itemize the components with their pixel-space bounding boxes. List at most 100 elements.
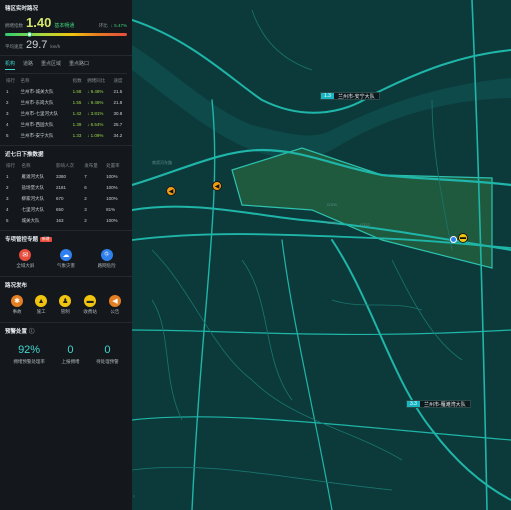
help-icon[interactable]: ⓘ <box>29 327 35 335</box>
ring-label: 环比 <box>98 23 108 28</box>
cell-speed: 34.2 <box>113 133 123 138</box>
ranking-tabs: 机构 道路 重点区域 重点路口 <box>5 60 127 74</box>
tab-key-junction[interactable]: 重点路口 <box>69 60 89 70</box>
stat-value: 0 <box>104 344 111 356</box>
road-name-south-riverside: 南滨河东路 <box>152 160 172 165</box>
cell-change: ↓ 1.09% <box>87 133 104 138</box>
control-icon: ♟ <box>59 295 72 307</box>
cell-rank: 1 <box>6 174 9 179</box>
cell-rate: 100% <box>106 196 118 201</box>
ring-value: ↓ 5.47% <box>110 23 127 28</box>
release-item-construction[interactable]: ▲ 施工 <box>35 295 48 315</box>
map-view[interactable]: G109 G109 G312 南滨河东路 1.3 兰州市-安宁大队 3.3 兰州… <box>130 0 511 510</box>
table-row[interactable]: 5 兰州市-安宁大队 1.33 ↓ 1.09% 34.2 <box>5 130 127 141</box>
cell-name: 雁滩河大队 <box>21 173 45 179</box>
table-row[interactable]: 4 七里河大队 650 3 81% <box>5 204 127 215</box>
tab-road[interactable]: 道路 <box>23 60 33 70</box>
construction-icon: ▲ <box>35 295 48 307</box>
col-rate: 处置率 <box>106 163 120 168</box>
col-rank: 排行 <box>6 163 15 168</box>
table-row[interactable]: 3 柳家河大队 670 2 100% <box>5 193 127 204</box>
cell-name: 兰州市-安宁大队 <box>20 132 54 138</box>
cell-rate: 100% <box>106 218 118 223</box>
col-change: 拥堵同比 <box>87 78 106 83</box>
cell-count: 2 <box>84 196 87 201</box>
release-title: 路况发布 <box>5 283 28 289</box>
announce-marker[interactable]: ◀ <box>166 186 176 196</box>
forecast-section: 预警处置 ⓘ 92% 拥堵预警处理率 0 上报拥堵 0 待处理预警 <box>0 323 132 371</box>
dispatch-table: 排行 名称 影响人次 发布量 处置率 1 雁滩河大队 3380 7 100% 2 盐场堡大… <box>5 161 127 226</box>
stat-label: 拥堵预警处理率 <box>13 359 45 364</box>
cell-change: ↓ 9.46% <box>87 100 104 105</box>
index-label: 拥堵指数 <box>5 23 23 28</box>
road-name-g109: G109 <box>327 202 337 207</box>
table-row[interactable]: 2 兰州市-东岗大队 1.55 ↓ 9.46% 21.8 <box>5 97 127 108</box>
release-item-accident[interactable]: ✱ 事故 <box>11 295 24 315</box>
ranking-table: 排行 名称 指数 拥堵同比 速度 1 兰州市-城关大队 1.58 ↓ 9.48% 21.… <box>5 76 127 141</box>
col-index: 指数 <box>72 78 82 83</box>
special-title-text: 专项管控专题 <box>5 237 39 243</box>
release-item-announce[interactable]: ◀ 公告 <box>108 295 121 315</box>
cell-name: 兰州市-东岗大队 <box>20 99 54 105</box>
map-label-index: 1.3 <box>321 93 334 99</box>
cell-count: 3 <box>84 207 87 212</box>
special-section: 专项管控专题 新增 ✉ 全域大屏 ☁ 气象灾害 ⛗ 路网危险 <box>0 231 132 277</box>
release-item-label: 公告 <box>110 309 120 314</box>
col-reach: 影响人次 <box>56 163 75 168</box>
dispatch-title: 近七日下推数据 <box>5 152 44 158</box>
special-item-weather[interactable]: ☁ 气象灾害 <box>57 249 75 269</box>
col-name: 名称 <box>21 163 31 168</box>
collapse-panel-icon[interactable]: ‹ <box>133 494 135 500</box>
cell-speed: 30.8 <box>113 111 123 116</box>
table-row[interactable]: 2 盐场堡大队 2181 6 100% <box>5 182 127 193</box>
speed-unit: km/h <box>50 44 61 49</box>
release-item-toll[interactable]: ▬ 收费站 <box>83 295 97 315</box>
table-row[interactable]: 3 兰州市-七里河大队 1.42 ↓ 3.81% 30.8 <box>5 108 127 119</box>
forecast-title: 预警处置 ⓘ <box>5 327 127 335</box>
toll-icon: ▬ <box>84 295 97 307</box>
special-item-fullscreen[interactable]: ✉ 全域大屏 <box>16 249 34 269</box>
cell-name: 盐场堡大队 <box>21 184 45 190</box>
cell-rank: 3 <box>6 111 9 116</box>
cell-rank: 2 <box>6 100 9 105</box>
cell-name: 兰州市-七里河大队 <box>20 110 59 116</box>
location-pin-icon[interactable] <box>450 236 457 243</box>
stat-value: 92% <box>18 344 41 356</box>
cell-speed: 21.5 <box>113 89 123 94</box>
cell-name: 兰州市-西固大队 <box>20 121 54 127</box>
map-label-index: 3.3 <box>407 401 420 407</box>
ranking-section: 机构 道路 重点区域 重点路口 排行 名称 指数 拥堵同比 速度 1 兰州市-城关… <box>0 56 132 146</box>
app-root: 辖区实时路况 拥堵指数 1.40 基本畅通 环比 ↓ 5.47% 平均速度 29… <box>0 0 511 510</box>
tab-org[interactable]: 机构 <box>5 60 16 70</box>
cell-count: 2 <box>84 218 87 223</box>
cell-name: 兰州市-城关大队 <box>20 88 54 94</box>
release-item-label: 施工 <box>36 309 46 314</box>
special-item-road-risk[interactable]: ⛗ 路网危险 <box>98 249 116 269</box>
special-item-label: 全域大屏 <box>16 263 35 268</box>
table-row[interactable]: 1 兰州市-城关大队 1.58 ↓ 9.48% 21.5 <box>5 86 127 97</box>
map-label-yantanwan[interactable]: 3.3 兰州市-雁滩湾大队 <box>406 400 471 408</box>
announce-icon: ◀ <box>108 295 121 307</box>
cell-index: 1.42 <box>72 111 82 116</box>
cell-name: 城关大队 <box>21 217 40 223</box>
special-item-label: 气象灾害 <box>56 263 75 268</box>
cell-rank: 3 <box>6 196 9 201</box>
release-section: 路况发布 ✱ 事故 ▲ 施工 ♟ 管制 ▬ 收费站 ◀ 公告 <box>0 277 132 323</box>
special-item-label: 路网危险 <box>97 263 116 268</box>
road-name-g109-b: G109 <box>327 220 337 225</box>
cell-rank: 4 <box>6 207 9 212</box>
toll-marker[interactable]: ▬ <box>458 233 468 243</box>
announce-marker[interactable]: ◀ <box>212 181 222 191</box>
tab-key-area[interactable]: 重点区域 <box>41 60 61 70</box>
table-row[interactable]: 5 城关大队 163 2 100% <box>5 215 127 226</box>
map-canvas[interactable] <box>130 0 511 510</box>
stat-reported: 0 上报拥堵 <box>61 344 79 365</box>
mail-icon: ✉ <box>19 249 32 261</box>
release-item-control[interactable]: ♟ 管制 <box>59 295 72 315</box>
table-row[interactable]: 4 兰州市-西固大队 1.39 ↓ 6.54% 25.7 <box>5 119 127 130</box>
map-label-anning[interactable]: 1.3 兰州市-安宁大队 <box>320 92 380 100</box>
congestion-bar-marker <box>26 32 32 37</box>
left-panel: 辖区实时路况 拥堵指数 1.40 基本畅通 环比 ↓ 5.47% 平均速度 29… <box>0 0 132 510</box>
table-row[interactable]: 1 雁滩河大队 3380 7 100% <box>5 171 127 182</box>
cell-index: 1.58 <box>72 89 82 94</box>
